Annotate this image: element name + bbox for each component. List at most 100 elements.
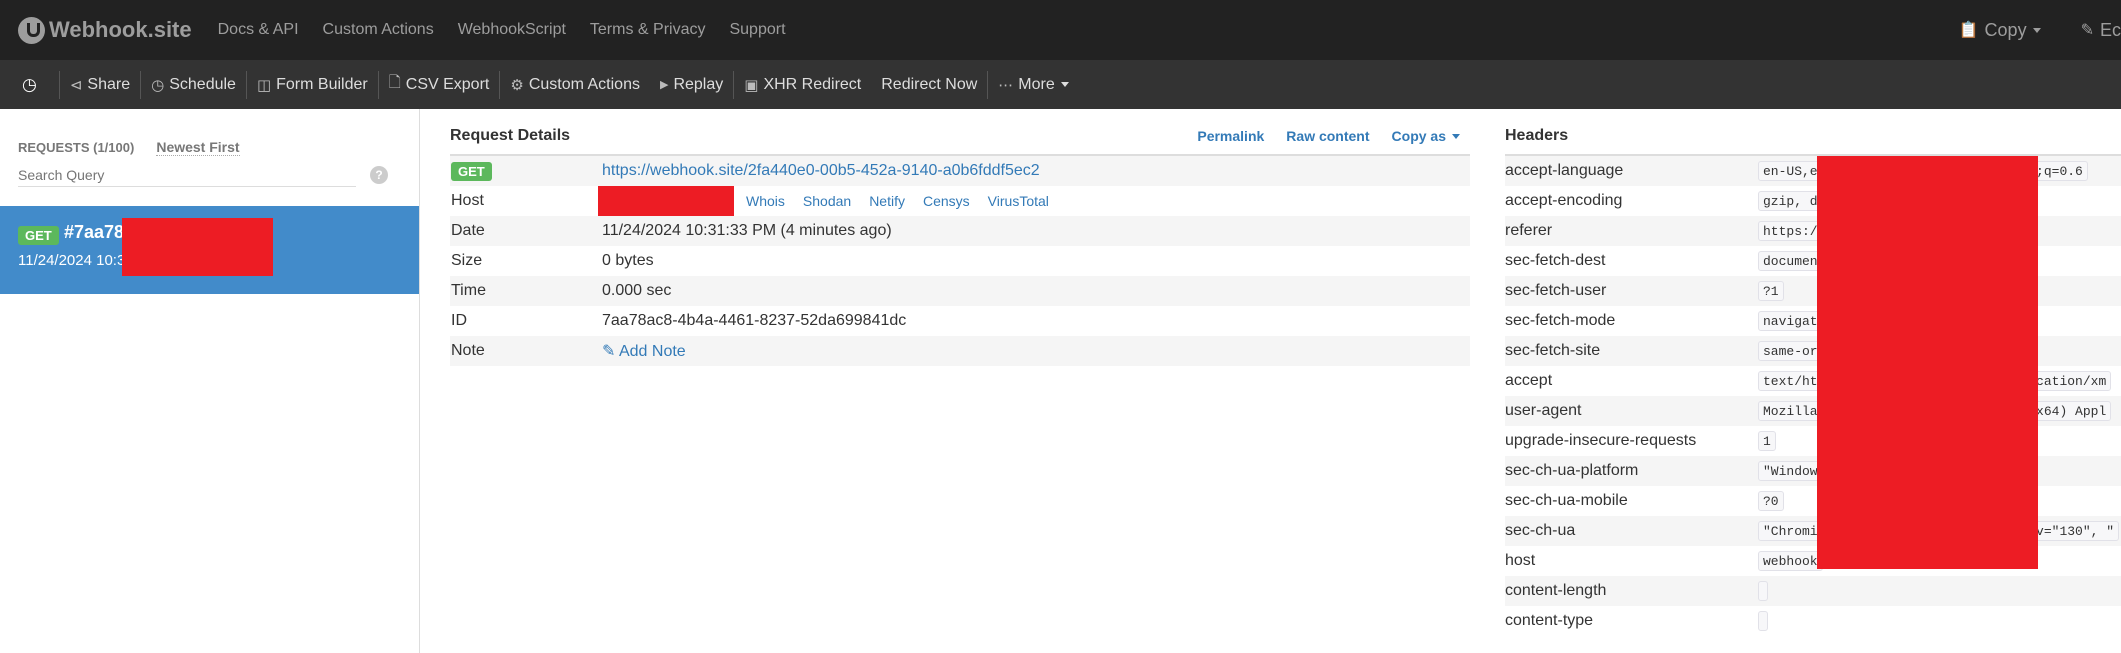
header-key: referer: [1505, 222, 1553, 239]
shodan-link[interactable]: Shodan: [803, 193, 851, 209]
details-row-id: ID 7aa78ac8-4b4a-4461-8237-52da699841dc: [450, 306, 1470, 336]
custom-actions-button[interactable]: ⚙ Custom Actions: [500, 60, 650, 109]
pencil-icon: ✎: [602, 343, 616, 360]
nav-webhookscript[interactable]: WebhookScript: [446, 21, 578, 39]
add-note-link[interactable]: ✎ Add Note: [602, 341, 686, 361]
header-value: webhook: [1758, 551, 1823, 571]
nav-terms-privacy[interactable]: Terms & Privacy: [578, 21, 718, 39]
top-right-actions: 📋 Copy ✎ Ec: [1919, 0, 2121, 60]
top-nav: Docs & API Custom Actions WebhookScript …: [206, 21, 798, 39]
requests-sidebar: REQUESTS (1/100) Newest First ? GET #7aa…: [0, 109, 420, 653]
replay-label: Replay: [673, 75, 724, 93]
redirect-now-label: Redirect Now: [881, 75, 978, 93]
play-icon: ▶: [659, 79, 669, 91]
header-value: same-or: [1758, 341, 1823, 361]
redirect-now-button[interactable]: Redirect Now: [871, 60, 987, 109]
method-cell: GET: [450, 161, 602, 181]
header-value: [1758, 581, 1768, 601]
header-key: sec-fetch-dest: [1505, 252, 1606, 269]
header-value: gzip, d: [1758, 191, 1823, 211]
details-row-host: Host Whois Shodan Netify Censys VirusTot…: [450, 186, 1470, 216]
file-icon: 🗋: [388, 74, 401, 91]
header-key: host: [1505, 552, 1536, 569]
edit-icon: ✎: [2080, 22, 2094, 39]
header-key: sec-ch-ua-platform: [1505, 462, 1639, 479]
header-key: accept: [1505, 372, 1553, 389]
redaction-box: [598, 186, 734, 216]
share-icon: ⊲: [69, 76, 83, 94]
ellipsis-icon: ⋯: [998, 76, 1014, 94]
csv-export-button[interactable]: 🗋 CSV Export: [379, 60, 500, 109]
edit-button[interactable]: ✎ Ec: [2081, 20, 2121, 41]
censys-link[interactable]: Censys: [923, 193, 970, 209]
sort-toggle[interactable]: Newest First: [156, 139, 240, 156]
details-row-date: Date 11/24/2024 10:31:33 PM (4 minutes a…: [450, 216, 1470, 246]
copy-dropdown[interactable]: 📋 Copy: [1959, 20, 2041, 41]
requests-count: REQUESTS (1/100): [18, 140, 135, 155]
replay-button[interactable]: ▶ Replay: [650, 60, 733, 109]
header-value: ?1: [1758, 281, 1784, 301]
id-label: ID: [451, 312, 467, 329]
share-button[interactable]: ⊲ Share: [60, 60, 140, 109]
details-row-note: Note ✎ Add Note: [450, 336, 1470, 366]
history-button[interactable]: ◷: [0, 60, 59, 109]
clock-icon: ◷: [151, 76, 165, 94]
date-value: 11/24/2024 10:31:33 PM (4 minutes ago): [602, 222, 892, 239]
request-url-link[interactable]: https://webhook.site/2fa440e0-00b5-452a-…: [602, 162, 1040, 180]
raw-content-link[interactable]: Raw content: [1286, 128, 1369, 144]
host-label: Host: [451, 192, 484, 209]
csv-export-label: CSV Export: [405, 75, 490, 93]
header-key: sec-fetch-site: [1505, 342, 1601, 359]
action-toolbar: ◷ ⊲ Share ◷ Schedule ◫ Form Builder 🗋 CS…: [0, 60, 2121, 109]
copy-as-dropdown[interactable]: Copy as: [1392, 128, 1460, 144]
header-row: content-length: [1505, 576, 2121, 606]
host-lookup-links: Whois Shodan Netify Censys VirusTotal: [746, 193, 1067, 209]
copy-as-label: Copy as: [1391, 128, 1446, 144]
nav-docs-api[interactable]: Docs & API: [206, 21, 311, 39]
add-note-label: Add Note: [618, 343, 686, 360]
brand-link[interactable]: Webhook.site: [18, 16, 192, 44]
header-key: content-length: [1505, 582, 1607, 599]
header-key: content-type: [1505, 612, 1594, 629]
schedule-button[interactable]: ◷ Schedule: [141, 60, 246, 109]
nav-support[interactable]: Support: [717, 21, 797, 39]
permalink-link[interactable]: Permalink: [1197, 128, 1264, 144]
header-key: sec-ch-ua: [1505, 522, 1576, 539]
header-key: sec-ch-ua-mobile: [1505, 492, 1628, 509]
header-key: sec-fetch-mode: [1505, 312, 1616, 329]
copy-label: Copy: [1984, 19, 2027, 40]
whois-link[interactable]: Whois: [746, 193, 785, 209]
custom-actions-label: Custom Actions: [528, 75, 640, 93]
virustotal-link[interactable]: VirusTotal: [988, 193, 1049, 209]
caret-down-icon: [2032, 27, 2041, 33]
date-label: Date: [451, 222, 485, 239]
gear-icon: ⚙: [510, 76, 524, 94]
more-dropdown[interactable]: ⋯ More: [988, 60, 1078, 109]
method-badge: GET: [451, 161, 492, 181]
header-key: sec-fetch-user: [1505, 282, 1607, 299]
form-builder-label: Form Builder: [276, 75, 368, 93]
form-builder-button[interactable]: ◫ Form Builder: [247, 60, 378, 109]
brand-name: Webhook.site: [49, 17, 192, 42]
header-row: content-type: [1505, 606, 2121, 636]
more-label: More: [1018, 75, 1055, 93]
edit-label: Ec: [2099, 19, 2121, 40]
header-key: user-agent: [1505, 402, 1582, 419]
header-key: accept-encoding: [1505, 192, 1623, 209]
search-input[interactable]: [18, 163, 356, 187]
xhr-redirect-label: XHR Redirect: [763, 75, 862, 93]
checkbox-icon[interactable]: ▣: [744, 76, 758, 94]
header-value: 1: [1758, 431, 1776, 451]
caret-down-icon: [1452, 133, 1460, 139]
request-details-title: Request Details: [450, 127, 571, 144]
help-icon[interactable]: ?: [370, 166, 388, 184]
xhr-redirect-toggle[interactable]: ▣ XHR Redirect: [734, 60, 871, 109]
clock-icon: ◷: [22, 74, 37, 94]
netify-link[interactable]: Netify: [869, 193, 905, 209]
time-value: 0.000 sec: [602, 282, 672, 299]
nav-custom-actions[interactable]: Custom Actions: [311, 21, 446, 39]
request-list-item[interactable]: GET #7aa78 11/24/2024 10:3: [0, 206, 419, 294]
redaction-box: [122, 218, 273, 276]
redaction-box: [1817, 156, 2038, 569]
header-key: accept-language: [1505, 162, 1624, 179]
